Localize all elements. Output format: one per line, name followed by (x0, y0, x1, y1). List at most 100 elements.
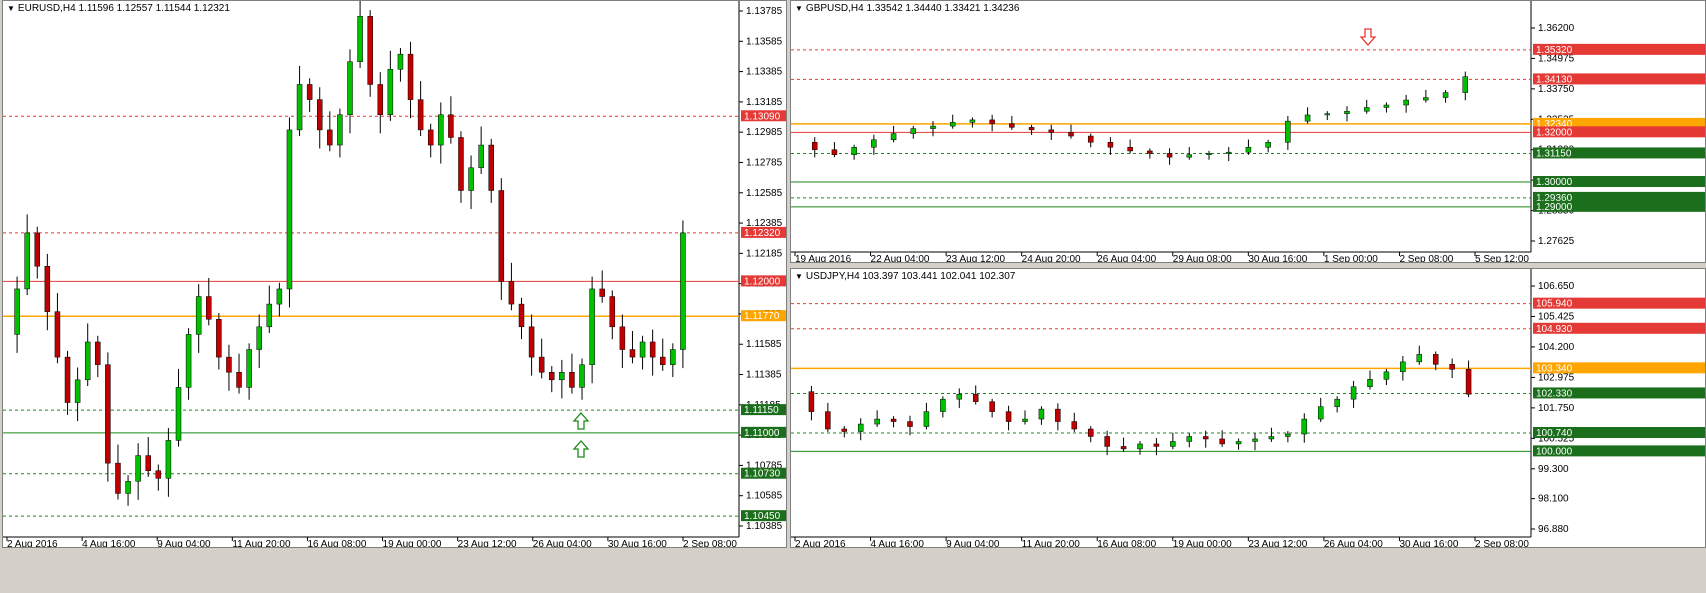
gbpusd-chart-canvas: 1.362001.349751.337501.325251.313001.300… (791, 1, 1705, 263)
time-tick-label: 9 Aug 04:00 (157, 539, 211, 548)
bear-candle (216, 318, 222, 358)
bear-candle (316, 99, 323, 131)
bear-candle (498, 190, 505, 282)
bull-candle (1350, 386, 1357, 400)
bear-candle (972, 393, 979, 402)
bear-candle (226, 356, 232, 373)
bear-candle (1087, 428, 1094, 437)
bear-candle (549, 372, 555, 381)
collapse-triangle-icon[interactable]: ▼ (795, 4, 803, 13)
level-price-tag-label: 1.35320 (1536, 45, 1573, 56)
time-tick-label: 2 Aug 2016 (795, 539, 846, 548)
price-tick-label: 1.36200 (1538, 23, 1575, 34)
bear-candle (1465, 369, 1472, 395)
price-tick-label: 96.880 (1538, 524, 1569, 535)
arrow-up-icon (572, 412, 590, 430)
bull-candle (1170, 441, 1176, 447)
level-price-tag-label: 1.32000 (1536, 127, 1573, 138)
bull-candle (639, 341, 646, 358)
bull-candle (670, 349, 676, 365)
level-price-tag-label: 100.000 (1536, 446, 1573, 457)
price-tick-label: 101.750 (1538, 403, 1575, 414)
time-tick-label: 30 Aug 16:00 (1399, 539, 1458, 548)
gbpusd-chart-window[interactable]: 1.362001.349751.337501.325251.313001.300… (790, 0, 1706, 263)
time-tick-label: 26 Aug 04:00 (1097, 254, 1156, 263)
bull-candle (949, 122, 956, 127)
time-tick-label: 26 Aug 04:00 (1324, 539, 1383, 548)
level-price-tag-label: 1.34130 (1536, 74, 1573, 85)
bear-candle (825, 411, 831, 430)
bull-candle (246, 349, 252, 388)
time-tick-label: 23 Aug 12:00 (1248, 539, 1307, 548)
price-tick-label: 1.11585 (746, 339, 782, 350)
bear-candle (367, 16, 373, 85)
bear-candle (890, 418, 897, 422)
price-tick-label: 104.200 (1538, 342, 1575, 353)
arrow-up-icon (572, 440, 590, 458)
bull-candle (940, 398, 946, 412)
bear-candle (54, 311, 61, 358)
bull-candle (1245, 146, 1252, 153)
bull-candle (1367, 379, 1373, 387)
bear-candle (1009, 123, 1015, 128)
bull-candle (956, 393, 963, 400)
time-tick-label: 4 Aug 16:00 (871, 539, 925, 548)
bull-candle (24, 232, 30, 290)
bull-candle (890, 133, 897, 141)
usdjpy-chart-window[interactable]: 106.650 105.425 104.200 102.975 101.750 100.5… (790, 268, 1706, 548)
bear-candle (619, 326, 626, 350)
bear-candle (1087, 135, 1094, 143)
price-tick-label: 1.13385 (746, 67, 783, 78)
level-price-tag-label: 1.30000 (1536, 177, 1573, 188)
bear-candle (1068, 132, 1074, 137)
level-price-tag-label: 1.11770 (744, 311, 780, 322)
time-tick-label: 9 Aug 04:00 (946, 539, 1000, 548)
price-tick-label: 1.13785 (746, 6, 783, 17)
level-price-tag-label: 1.29000 (1536, 202, 1573, 213)
bull-candle (1403, 99, 1409, 106)
bear-candle (629, 349, 636, 358)
bear-candle (105, 364, 111, 464)
bull-candle (266, 303, 273, 328)
bear-candle (458, 137, 464, 191)
bull-candle (1462, 76, 1469, 93)
bear-candle (1127, 146, 1133, 152)
bull-candle (1022, 418, 1028, 422)
price-tick-label: 1.12985 (746, 127, 783, 138)
level-price-tag-label: 105.940 (1536, 299, 1573, 310)
bull-candle (1317, 406, 1324, 420)
price-tick-label: 1.13585 (746, 36, 783, 47)
price-tick-label: 1.13185 (746, 97, 783, 108)
time-tick-label: 30 Aug 16:00 (1248, 254, 1307, 263)
bear-candle (306, 84, 313, 100)
bull-candle (1285, 120, 1291, 143)
level-price-tag-label: 1.31150 (1536, 148, 1572, 159)
bull-candle (165, 440, 172, 479)
level-price-tag-label: 102.330 (1536, 388, 1573, 399)
bull-candle (874, 418, 880, 425)
bull-candle (337, 114, 343, 146)
collapse-triangle-icon[interactable]: ▼ (7, 4, 15, 13)
gbpusd-chart-title: ▼ GBPUSD,H4 1.33542 1.34440 1.33421 1.342… (795, 3, 1020, 14)
bear-candle (236, 372, 242, 388)
bull-candle (923, 411, 930, 427)
bull-candle (286, 129, 293, 290)
time-tick-label: 23 Aug 12:00 (946, 254, 1005, 263)
bear-candle (508, 281, 515, 305)
collapse-triangle-icon[interactable]: ▼ (795, 272, 803, 281)
bear-candle (1028, 127, 1035, 131)
level-price-tag-label: 1.10450 (744, 511, 781, 522)
bull-candle (1442, 92, 1449, 98)
bear-candle (327, 129, 333, 146)
level-price-tag-label: 1.12320 (744, 228, 781, 239)
bear-candle (518, 303, 525, 328)
bull-candle (1225, 151, 1232, 154)
usdjpy-chart-canvas: 106.650105.425104.200102.975101.750100.5… (791, 269, 1705, 548)
bull-candle (1363, 107, 1370, 112)
eurusd-chart-window[interactable]: 1.13785 1.13585 1.13385 1.13185 1.12985 1.127… (2, 0, 787, 548)
level-price-tag-label: 1.11150 (744, 405, 779, 416)
price-tick-label: 99.300 (1538, 464, 1569, 475)
bull-candle (1038, 408, 1045, 420)
price-tick-label: 98.100 (1538, 494, 1569, 505)
bull-candle (1383, 371, 1390, 380)
